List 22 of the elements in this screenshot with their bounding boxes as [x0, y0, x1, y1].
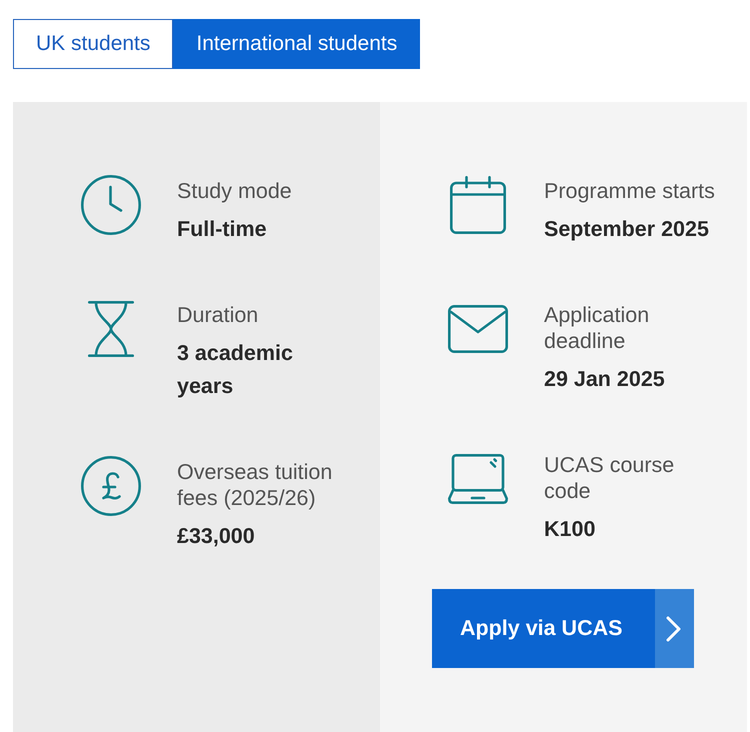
detail-label: Application deadline: [544, 302, 650, 354]
detail-label: UCAS course code: [544, 452, 676, 504]
detail-value: K100: [544, 516, 596, 543]
calendar-icon: [450, 176, 506, 234]
detail-value: September 2025: [544, 216, 710, 243]
detail-label: Duration: [177, 302, 260, 328]
apply-button[interactable]: Apply via UCAS: [432, 589, 694, 668]
detail-value: 29 Jan 2025: [544, 366, 666, 393]
student-group-tab[interactable]: UK students: [13, 19, 174, 69]
detail-label: Study mode: [177, 178, 293, 204]
student-group-tab[interactable]: International students: [173, 19, 420, 69]
detail-value: £33,000: [177, 523, 256, 550]
pound-sign-icon: [81, 456, 141, 516]
chevron-right-icon: [655, 589, 694, 668]
detail-label: Overseas tuition fees (2025/26): [177, 459, 334, 511]
detail-label: Programme starts: [544, 178, 716, 204]
hourglass-icon: [88, 301, 134, 357]
laptop-icon: [448, 454, 508, 504]
detail-value: 3 academic years: [177, 340, 294, 400]
envelope-icon: [448, 305, 508, 353]
detail-value: Full-time: [177, 216, 268, 243]
clock-icon: [81, 175, 141, 235]
